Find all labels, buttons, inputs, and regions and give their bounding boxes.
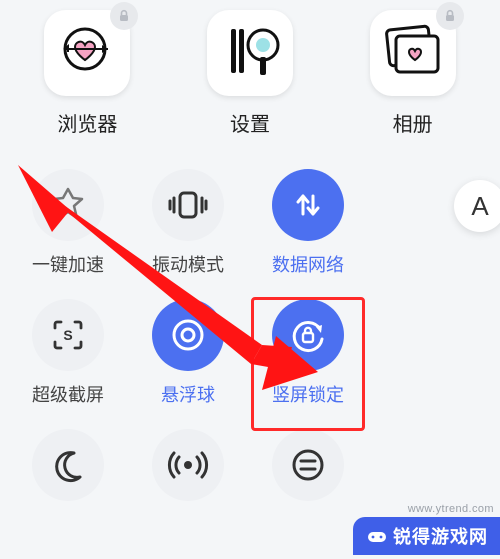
menu-circle-icon: [272, 429, 344, 501]
app-gallery-label: 相册: [393, 108, 433, 137]
gamepad-icon: [367, 526, 387, 546]
font-size-button[interactable]: A: [454, 180, 500, 232]
heart-target-icon: [58, 22, 116, 85]
lock-icon: [436, 2, 464, 30]
qs-vibrate-label: 振动模式: [152, 251, 224, 277]
app-browser-icon-wrap: [44, 10, 130, 96]
watermark: 锐得游戏网: [353, 513, 500, 559]
qs-float[interactable]: 悬浮球: [128, 299, 248, 407]
qs-boost[interactable]: 一键加速: [8, 169, 128, 277]
apps-row: 浏览器 设置: [0, 0, 500, 155]
qs-screenshot-label: 超级截屏: [32, 381, 104, 407]
qs-data-label: 数据网络: [272, 251, 344, 277]
qs-vibrate[interactable]: 振动模式: [128, 169, 248, 277]
photo-stack-icon: [382, 24, 444, 83]
qs-boost-label: 一键加速: [32, 251, 104, 277]
quick-settings: 一键加速 振动模式 数据网络 S 超级截屏 悬浮球: [0, 155, 500, 523]
qs-more[interactable]: [248, 429, 368, 501]
lock-icon: [110, 2, 138, 30]
watermark-brand: 锐得游戏网: [353, 517, 500, 555]
app-settings-label: 设置: [230, 108, 270, 137]
svg-text:S: S: [63, 327, 72, 343]
cutlery-icon: [218, 23, 282, 84]
qs-row-1: 一键加速 振动模式 数据网络: [8, 169, 492, 299]
boost-icon: [32, 169, 104, 241]
qs-night[interactable]: [8, 429, 128, 501]
app-gallery-icon-wrap: [370, 10, 456, 96]
hotspot-icon: [152, 429, 224, 501]
app-browser[interactable]: 浏览器: [12, 10, 162, 137]
qs-float-label: 悬浮球: [161, 381, 215, 407]
float-icon: [152, 299, 224, 371]
app-settings[interactable]: 设置: [175, 10, 325, 137]
app-settings-icon-wrap: [207, 10, 293, 96]
vibrate-icon: [152, 169, 224, 241]
qs-row-2: S 超级截屏 悬浮球 竖屏锁定: [8, 299, 492, 429]
qs-screenshot[interactable]: S 超级截屏: [8, 299, 128, 407]
app-gallery[interactable]: 相册: [338, 10, 488, 137]
moon-icon: [32, 429, 104, 501]
qs-hotspot[interactable]: [128, 429, 248, 501]
watermark-brand-text: 锐得游戏网: [393, 523, 488, 549]
qs-rotation-lock[interactable]: 竖屏锁定: [248, 299, 368, 407]
qs-rotation-lock-label: 竖屏锁定: [272, 381, 344, 407]
qs-data[interactable]: 数据网络: [248, 169, 368, 277]
rotation-lock-icon: [272, 299, 344, 371]
data-icon: [272, 169, 344, 241]
app-browser-label: 浏览器: [57, 108, 117, 137]
screenshot-icon: S: [32, 299, 104, 371]
